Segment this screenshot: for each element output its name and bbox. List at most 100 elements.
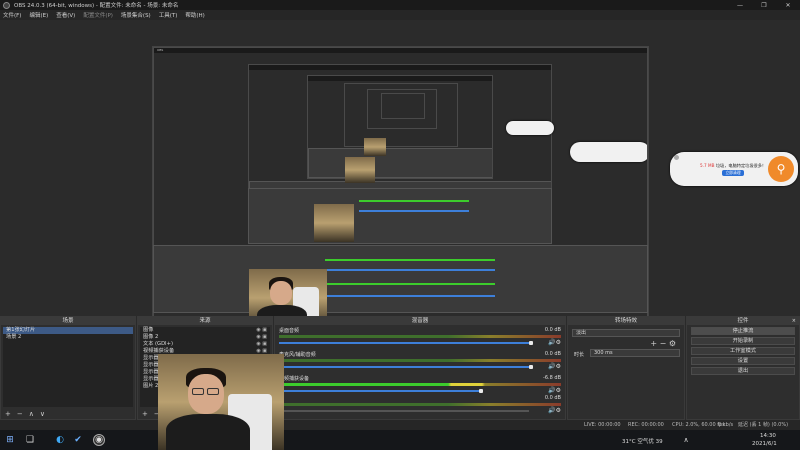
- scenes-list: 第1张幻灯片 场景 2: [3, 327, 133, 407]
- source-item[interactable]: 文本 (GDI+) ◉ ▣: [140, 341, 270, 348]
- volume-slider[interactable]: [279, 390, 479, 392]
- add-scene-button[interactable]: +: [5, 410, 11, 418]
- clock-time[interactable]: 14:30: [760, 433, 776, 439]
- volume-slider[interactable]: [279, 366, 529, 368]
- transitions-title: 转场特效: [614, 318, 637, 324]
- studio-mode-button[interactable]: 工作室模式: [691, 347, 795, 355]
- audio-mixer-dock: 混音器 桌面音频 0.0 dB 🔊⚙ 麦克风/辅助音频 0.0 dB 🔊⚙ 视频…: [274, 316, 566, 420]
- add-source-button[interactable]: +: [142, 410, 148, 418]
- tray-icons[interactable]: ∧: [680, 434, 692, 446]
- cleanup-notification[interactable]: 5.7 MB 垃圾，电脑特定垃圾很多！ 立即清理 ⚲: [670, 152, 798, 186]
- transitions-dock: 转场特效 淡出 + − ⚙ 时长 300 ms: [567, 316, 685, 420]
- duration-label: 时长: [574, 352, 585, 358]
- task-view-icon[interactable]: ❏: [24, 434, 36, 446]
- nested-title: OBS: [154, 48, 647, 53]
- window-controls: — ❐ ✕: [728, 2, 800, 9]
- scene-item[interactable]: 第1张幻灯片: [3, 327, 133, 334]
- preview-area[interactable]: OBS 5.7 MB 垃圾，电脑特定垃圾很多！ 立即清理 ⚲: [0, 20, 800, 327]
- start-recording-button[interactable]: 开始录制: [691, 337, 795, 345]
- speaker-gear-icon[interactable]: 🔊⚙: [548, 387, 561, 394]
- scenes-title: 场景: [62, 318, 74, 324]
- speaker-gear-icon[interactable]: 🔊⚙: [548, 363, 561, 370]
- track-db: 0.0 dB: [544, 351, 561, 357]
- clean-now-button[interactable]: 立即清理: [722, 169, 744, 176]
- volume-meter: [279, 403, 561, 406]
- scene-item[interactable]: 场景 2: [3, 334, 133, 341]
- volume-slider[interactable]: [279, 342, 529, 344]
- webcam-overlay: [158, 354, 284, 450]
- volume-knob[interactable]: [529, 365, 533, 369]
- windows-start-icon[interactable]: ⊞: [4, 434, 16, 446]
- move-down-button[interactable]: ∨: [40, 410, 45, 418]
- transition-select[interactable]: 淡出: [572, 329, 680, 337]
- visibility-lock-icons[interactable]: ◉ ▣: [256, 327, 267, 334]
- menu-scene-collection[interactable]: 场景集合(S): [121, 11, 151, 19]
- nested-screen-3: [307, 75, 493, 179]
- status-bar: LIVE: 00:00:00 REC: 00:00:00 CPU: 2.0%, …: [0, 420, 800, 430]
- volume-knob[interactable]: [479, 389, 483, 393]
- webcam-thumb-1: [314, 204, 354, 242]
- maximize-button[interactable]: ❐: [752, 2, 776, 9]
- edge-browser-icon[interactable]: ◐: [54, 434, 66, 446]
- sources-title: 来源: [199, 318, 211, 324]
- mixer-title: 混音器: [411, 318, 429, 324]
- settings-button[interactable]: 设置: [691, 357, 795, 365]
- menu-file[interactable]: 文件(F): [3, 11, 21, 19]
- weather[interactable]: 31°C 空气优 39: [622, 437, 663, 445]
- menu-view[interactable]: 查看(V): [56, 11, 75, 19]
- stop-streaming-button[interactable]: 停止推流: [691, 327, 795, 335]
- move-up-button[interactable]: ∧: [29, 410, 34, 418]
- notification-message: 垃圾，电脑特定垃圾很多！: [715, 162, 767, 168]
- transition-add-remove[interactable]: + − ⚙: [650, 339, 676, 348]
- volume-meter: [279, 383, 561, 386]
- controls-dock: 控件 × 停止推流 开始录制 工作室模式 设置 退出: [686, 316, 800, 420]
- scenes-dock: 场景 第1张幻灯片 场景 2 + − ∧ ∨: [0, 316, 136, 420]
- volume-slider[interactable]: [279, 410, 529, 412]
- clock-date[interactable]: 2021/6/1: [752, 441, 777, 447]
- speaker-gear-icon[interactable]: 🔊⚙: [548, 407, 561, 414]
- windows-taskbar: ⊞ ❏ ◐ ✔ ◉ 31°C 空气优 39 ∧ 14:30 2021/6/1: [0, 430, 800, 450]
- menu-edit[interactable]: 编辑(E): [29, 11, 48, 19]
- menu-profile[interactable]: 配置文件(P): [83, 11, 113, 19]
- nested-screen-6: [381, 93, 425, 119]
- track-db: 0.0 dB: [544, 395, 561, 401]
- obs-taskbar-icon[interactable]: ◉: [93, 434, 105, 446]
- junk-size: 5.7 MB: [700, 162, 715, 168]
- remove-scene-button[interactable]: −: [17, 410, 23, 418]
- source-item[interactable]: 图像 2 ◉ ▣: [140, 334, 270, 341]
- speaker-gear-icon[interactable]: 🔊⚙: [548, 339, 561, 346]
- track-name: 桌面音频: [279, 328, 300, 334]
- exit-button[interactable]: 退出: [691, 367, 795, 375]
- source-item[interactable]: 图像 ◉ ▣: [140, 327, 270, 334]
- dock-area: 场景 第1张幻灯片 场景 2 + − ∧ ∨ 来源 图像 ◉ ▣ 图像 2 ◉ ▣ …: [0, 316, 800, 450]
- volume-meter: [279, 359, 561, 362]
- menu-tools[interactable]: 工具(T): [159, 11, 178, 19]
- controls-title: 控件: [737, 318, 749, 324]
- close-button[interactable]: ✕: [776, 2, 800, 9]
- menu-bar: 文件(F) 编辑(E) 查看(V) 配置文件(P) 场景集合(S) 工具(T) …: [0, 10, 800, 20]
- webcam-thumb-2: [345, 157, 375, 183]
- broom-icon: ⚲: [768, 156, 794, 182]
- title-bar: OBS 24.0.3 (64-bit, windows) - 配置文件: 未命名…: [0, 0, 800, 10]
- notification-close-icon[interactable]: [674, 155, 679, 160]
- cpu-fps: CPU: 2.0%, 60.00 fps: [672, 422, 725, 428]
- preview-canvas[interactable]: OBS: [152, 46, 649, 327]
- track-db: -6.8 dB: [543, 375, 561, 381]
- duration-input[interactable]: 300 ms: [590, 349, 680, 357]
- app-icon[interactable]: ✔: [72, 434, 84, 446]
- obs-logo-icon: [3, 1, 10, 9]
- webcam-thumb-3: [364, 138, 386, 156]
- track-name: 麦克风/辅助音频: [279, 352, 316, 358]
- volume-knob[interactable]: [529, 341, 533, 345]
- volume-meter: [279, 335, 561, 338]
- bitrate: 0 kb/s: [718, 422, 734, 428]
- dropped-frames: 延迟 (丢 1 帧) (0.0%): [738, 422, 789, 428]
- nested-screen-4: [344, 83, 458, 147]
- mixer-track: 0.0 dB 🔊⚙: [277, 395, 563, 423]
- rec-time: REC: 00:00:00: [628, 422, 664, 428]
- menu-help[interactable]: 帮助(H): [185, 11, 204, 19]
- live-time: LIVE: 00:00:00: [584, 422, 621, 428]
- minimize-button[interactable]: —: [728, 2, 752, 9]
- track-db: 0.0 dB: [544, 327, 561, 333]
- nested-screen-5: [367, 89, 437, 129]
